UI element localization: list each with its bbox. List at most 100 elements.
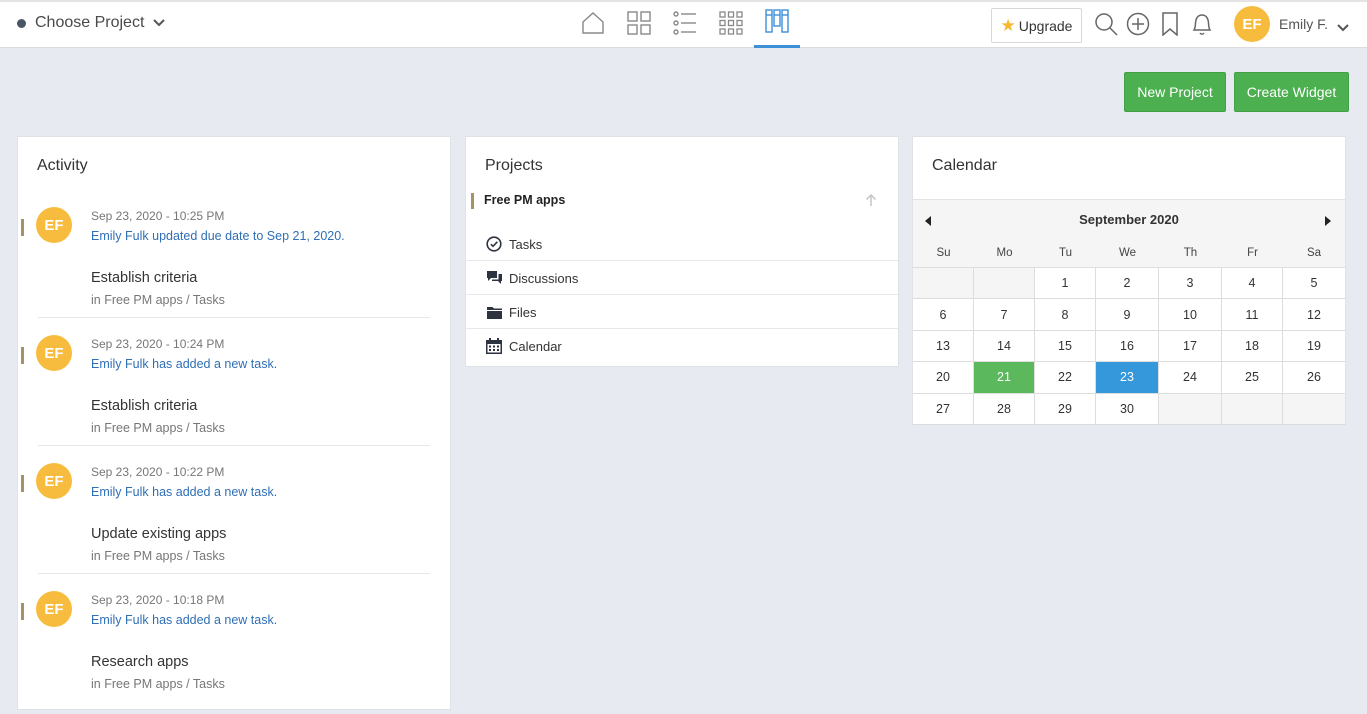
calendar-day[interactable]: 21: [974, 362, 1035, 394]
calendar-day[interactable]: 13: [913, 330, 974, 363]
activity-task[interactable]: Establish criteria: [91, 270, 197, 286]
calendar-day[interactable]: 22: [1035, 362, 1096, 394]
tiles-icon: [719, 10, 743, 40]
project-header: Free PM apps: [471, 191, 896, 211]
star-icon: ★: [1000, 16, 1016, 35]
search-button[interactable]: [1093, 12, 1119, 39]
divider: [38, 573, 430, 574]
activity-panel: Activity EF Sep 23, 2020 - 10:25 PM Emil…: [17, 136, 451, 710]
calendar-day[interactable]: 18: [1222, 330, 1283, 363]
weekday-label: Fr: [1247, 247, 1258, 259]
project-name[interactable]: Free PM apps: [484, 193, 565, 207]
activity-task[interactable]: Update existing apps: [91, 526, 226, 542]
activity-item: EF Sep 23, 2020 - 10:22 PM Emily Fulk ha…: [18, 453, 450, 581]
calendar-empty-cell: [913, 268, 974, 300]
activity-text[interactable]: Emily Fulk has added a new task.: [91, 485, 277, 499]
weekday-label: Tu: [1059, 247, 1072, 259]
create-widget-button[interactable]: Create Widget: [1234, 72, 1349, 112]
arrow-up-icon[interactable]: [865, 193, 877, 212]
project-link-discussions[interactable]: Discussions: [466, 261, 898, 295]
chevron-down-icon: [153, 14, 166, 32]
activity-location: in Free PM apps / Tasks: [91, 549, 225, 563]
calendar-day[interactable]: 14: [974, 330, 1035, 363]
calendar-day[interactable]: 28: [974, 393, 1035, 425]
activity-text[interactable]: Emily Fulk updated due date to Sep 21, 2…: [91, 229, 345, 243]
projects-panel: Projects Free PM apps Tasks Discussions …: [465, 136, 899, 367]
caret-right-icon[interactable]: [1325, 213, 1331, 231]
activity-marker: [21, 603, 24, 620]
calendar-day[interactable]: 24: [1159, 362, 1222, 394]
calendar-day[interactable]: 25: [1222, 362, 1283, 394]
calendar-day[interactable]: 1: [1035, 268, 1096, 300]
list-view-button[interactable]: [662, 2, 708, 48]
project-chooser[interactable]: Choose Project: [17, 14, 166, 32]
calendar-day[interactable]: 3: [1159, 268, 1222, 300]
activity-item: EF Sep 23, 2020 - 10:18 PM Emily Fulk ha…: [18, 581, 450, 709]
calendar-day[interactable]: 19: [1283, 331, 1345, 363]
project-link-label: Files: [509, 305, 537, 320]
upgrade-button[interactable]: ★ Upgrade: [991, 8, 1082, 43]
calendar-day[interactable]: 11: [1222, 299, 1283, 331]
dashboard-view-button[interactable]: [616, 2, 662, 48]
calendar-day[interactable]: 4: [1222, 268, 1283, 300]
activity-task[interactable]: Establish criteria: [91, 398, 197, 414]
notifications-button[interactable]: [1189, 13, 1215, 39]
calendar-day[interactable]: 6: [913, 299, 974, 331]
activity-avatar: EF: [36, 207, 72, 243]
calendar-day[interactable]: 26: [1283, 362, 1345, 394]
list-icon: [673, 10, 697, 40]
bookmarks-button[interactable]: [1157, 11, 1183, 41]
activity-text[interactable]: Emily Fulk has added a new task.: [91, 357, 277, 371]
home-icon: [581, 11, 605, 40]
upgrade-label: Upgrade: [1018, 17, 1073, 34]
user-avatar[interactable]: EF: [1234, 6, 1270, 42]
calendar-day[interactable]: 17: [1159, 330, 1222, 363]
calendar-day[interactable]: 27: [913, 393, 974, 425]
activity-location: in Free PM apps / Tasks: [91, 293, 225, 307]
activity-avatar: EF: [36, 591, 72, 627]
activity-avatar: EF: [36, 463, 72, 499]
project-link-tasks[interactable]: Tasks: [466, 227, 898, 261]
calendar-day[interactable]: 7: [974, 299, 1035, 331]
activity-text[interactable]: Emily Fulk has added a new task.: [91, 613, 277, 627]
projects-title: Projects: [485, 157, 543, 174]
add-button[interactable]: [1125, 12, 1151, 39]
calendar-icon: [485, 337, 503, 355]
activity-location: in Free PM apps / Tasks: [91, 677, 225, 691]
calendar-day[interactable]: 12: [1283, 299, 1345, 331]
activity-task[interactable]: Research apps: [91, 654, 189, 670]
activity-marker: [21, 219, 24, 236]
activity-item: EF Sep 23, 2020 - 10:25 PM Emily Fulk up…: [18, 197, 450, 325]
calendar-day[interactable]: 9: [1096, 299, 1159, 331]
activity-time: Sep 23, 2020 - 10:24 PM: [91, 337, 225, 351]
calendar-day[interactable]: 15: [1035, 330, 1096, 363]
project-marker: [471, 193, 474, 209]
top-bar: Choose Project ★ Upgrade EF Emily F.: [0, 0, 1367, 48]
tiles-view-button[interactable]: [708, 2, 754, 48]
chat-bubbles-icon: [485, 269, 503, 287]
calendar-day[interactable]: 2: [1096, 268, 1159, 300]
activity-time: Sep 23, 2020 - 10:22 PM: [91, 465, 225, 479]
calendar-day[interactable]: 30: [1096, 393, 1159, 425]
project-link-label: Discussions: [509, 271, 579, 286]
new-project-button[interactable]: New Project: [1124, 72, 1226, 112]
home-view-button[interactable]: [570, 2, 616, 48]
project-link-calendar[interactable]: Calendar: [466, 329, 898, 363]
calendar-day[interactable]: 23: [1096, 362, 1159, 394]
calendar-day[interactable]: 5: [1283, 268, 1345, 300]
calendar-day[interactable]: 16: [1096, 330, 1159, 363]
calendar-day[interactable]: 10: [1159, 299, 1222, 331]
calendar-day[interactable]: 20: [913, 362, 974, 394]
weekday-label: Su: [936, 247, 951, 259]
chevron-down-icon[interactable]: [1337, 19, 1349, 37]
board-view-button[interactable]: [754, 2, 800, 48]
kanban-icon: [765, 9, 789, 38]
user-name[interactable]: Emily F.: [1279, 16, 1328, 32]
bookmark-icon: [1160, 11, 1180, 41]
weekday-label: Sa: [1306, 247, 1322, 259]
calendar-day[interactable]: 29: [1035, 393, 1096, 425]
calendar-grid: 1 2 3 4 5 6 7 8 9 10 11 12 13 14 15 16 17 18 19 20 21 22 23 24 2…: [913, 267, 1345, 425]
calendar-day[interactable]: 8: [1035, 299, 1096, 331]
project-link-files[interactable]: Files: [466, 295, 898, 329]
weekday-label: We: [1118, 247, 1137, 259]
